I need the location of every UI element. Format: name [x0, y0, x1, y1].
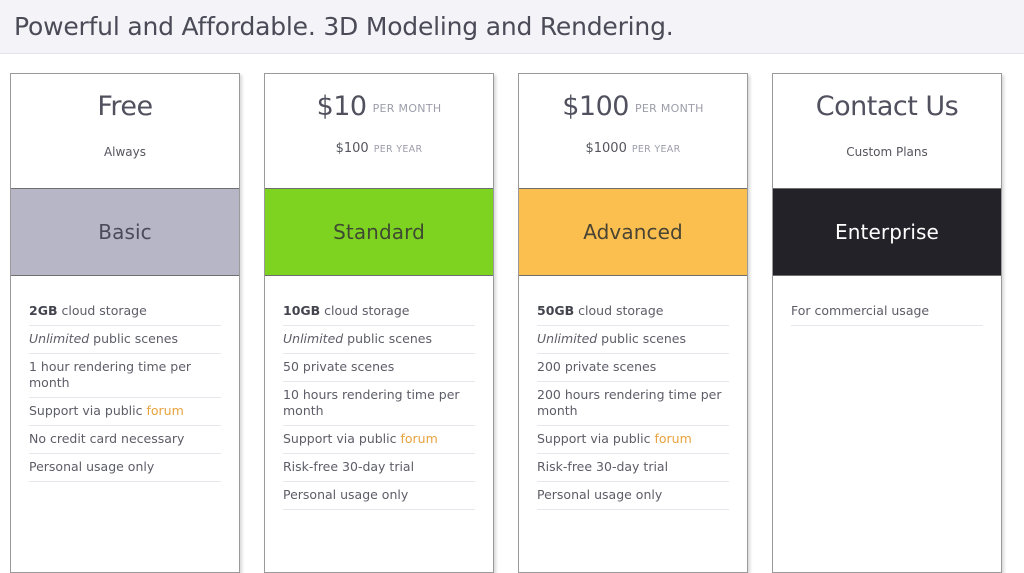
feature-text: 50 private scenes [283, 359, 395, 374]
feature-text: For commercial usage [791, 303, 930, 318]
plan-feature-item: Personal usage only [537, 482, 729, 510]
plan-feature-item: Risk-free 30-day trial [537, 454, 729, 482]
feature-text: public scenes [597, 331, 686, 346]
plan-feature-item: 200 hours rendering time per month [537, 382, 729, 426]
plan-feature-item: 200 private scenes [537, 354, 729, 382]
plan-name-label: Advanced [583, 220, 683, 244]
plan-feature-list: 2GB cloud storage Unlimited public scenes… [11, 276, 239, 482]
plan-feature-item: 50 private scenes [283, 354, 475, 382]
plan-name-band-advanced[interactable]: Advanced [519, 188, 747, 276]
plan-name-label: Standard [333, 220, 425, 244]
plan-price-primary: Free [11, 92, 239, 122]
feature-text: Personal usage only [29, 459, 155, 474]
plan-price-primary: Contact Us [773, 92, 1001, 122]
plan-feature-item: Support via public forum [29, 398, 221, 426]
plan-name-label: Basic [98, 220, 152, 244]
plan-price-secondary-amount: $1000 [585, 140, 627, 156]
feature-text: Support via public [537, 431, 655, 446]
plan-price-period: PER MONTH [372, 102, 442, 115]
feature-text: 10 hours rendering time per month [283, 387, 460, 418]
plan-price-amount: $10 [316, 91, 368, 122]
feature-text: Risk-free 30-day trial [537, 459, 669, 474]
feature-text: cloud storage [57, 303, 147, 318]
forum-link[interactable]: forum [146, 403, 183, 418]
feature-text: 1 hour rendering time per month [29, 359, 192, 390]
plan-price-period: PER MONTH [634, 102, 704, 115]
feature-text: Support via public [29, 403, 147, 418]
feature-emphasis: Unlimited [283, 331, 344, 346]
feature-emphasis: Unlimited [537, 331, 598, 346]
feature-text: No credit card necessary [29, 431, 185, 446]
feature-highlight: 10GB [283, 303, 321, 318]
plan-feature-item: For commercial usage [791, 298, 983, 326]
plan-price-secondary-period: PER YEAR [373, 143, 423, 155]
plan-card-advanced[interactable]: $100 PER MONTH $1000 PER YEAR Advanced 50GB c… [518, 73, 748, 573]
plan-price-block: Contact Us Custom Plans [773, 74, 1001, 188]
plan-feature-item: Personal usage only [283, 482, 475, 510]
plan-feature-item: Unlimited public scenes [537, 326, 729, 354]
plan-card-standard[interactable]: $10 PER MONTH $100 PER YEAR Standard 10GB clo… [264, 73, 494, 573]
plan-feature-item: 10 hours rendering time per month [283, 382, 475, 426]
plan-feature-item: Unlimited public scenes [283, 326, 475, 354]
plan-feature-list: 50GB cloud storage Unlimited public scene… [519, 276, 747, 510]
feature-text: cloud storage [320, 303, 410, 318]
feature-text: 200 hours rendering time per month [537, 387, 722, 418]
feature-text: Support via public [283, 431, 401, 446]
forum-link[interactable]: forum [400, 431, 437, 446]
plan-price-amount: Free [97, 91, 153, 122]
plan-feature-item: 10GB cloud storage [283, 298, 475, 326]
feature-text: 200 private scenes [537, 359, 657, 374]
plan-price-secondary-amount: $100 [335, 140, 369, 156]
feature-emphasis: Unlimited [29, 331, 90, 346]
feature-text: Risk-free 30-day trial [283, 459, 415, 474]
plan-feature-list: 10GB cloud storage Unlimited public scene… [265, 276, 493, 510]
plan-name-label: Enterprise [835, 220, 939, 244]
plan-name-band-enterprise[interactable]: Enterprise [773, 188, 1001, 276]
feature-text: Personal usage only [537, 487, 663, 502]
page-banner: Powerful and Affordable. 3D Modeling and… [0, 0, 1024, 54]
plan-price-secondary: Custom Plans [846, 144, 928, 159]
plan-feature-item: Support via public forum [537, 426, 729, 454]
plan-price-block: $10 PER MONTH $100 PER YEAR [265, 74, 493, 188]
plan-feature-list: For commercial usage [773, 276, 1001, 326]
feature-text: public scenes [89, 331, 178, 346]
plan-feature-item: 50GB cloud storage [537, 298, 729, 326]
pricing-plans-grid: Free Always Basic 2GB cloud storage Unlimite… [0, 54, 1024, 573]
plan-price-amount: Contact Us [815, 91, 959, 122]
plan-feature-item: Risk-free 30-day trial [283, 454, 475, 482]
feature-text: Personal usage only [283, 487, 409, 502]
plan-price-amount: $100 [562, 91, 629, 122]
plan-price-block: Free Always [11, 74, 239, 188]
plan-price-secondary: Always [103, 144, 147, 159]
plan-price-secondary-period: PER YEAR [631, 143, 681, 155]
plan-card-enterprise[interactable]: Contact Us Custom Plans Enterprise For comm… [772, 73, 1002, 573]
feature-highlight: 2GB [29, 303, 58, 318]
plan-feature-item: No credit card necessary [29, 426, 221, 454]
plan-card-basic[interactable]: Free Always Basic 2GB cloud storage Unlimite… [10, 73, 240, 573]
plan-price-secondary: $1000 PER YEAR [519, 141, 747, 156]
plan-feature-item: Unlimited public scenes [29, 326, 221, 354]
feature-text: cloud storage [574, 303, 664, 318]
plan-price-primary: $10 PER MONTH [265, 92, 493, 122]
page-title: Powerful and Affordable. 3D Modeling and… [14, 12, 674, 41]
feature-highlight: 50GB [537, 303, 575, 318]
plan-feature-item: 2GB cloud storage [29, 298, 221, 326]
plan-price-primary: $100 PER MONTH [519, 92, 747, 122]
plan-feature-item: Support via public forum [283, 426, 475, 454]
plan-name-band-basic[interactable]: Basic [11, 188, 239, 276]
plan-price-secondary: $100 PER YEAR [265, 141, 493, 156]
plan-feature-item: Personal usage only [29, 454, 221, 482]
plan-feature-item: 1 hour rendering time per month [29, 354, 221, 398]
plan-name-band-standard[interactable]: Standard [265, 188, 493, 276]
plan-price-block: $100 PER MONTH $1000 PER YEAR [519, 74, 747, 188]
forum-link[interactable]: forum [654, 431, 691, 446]
feature-text: public scenes [343, 331, 432, 346]
